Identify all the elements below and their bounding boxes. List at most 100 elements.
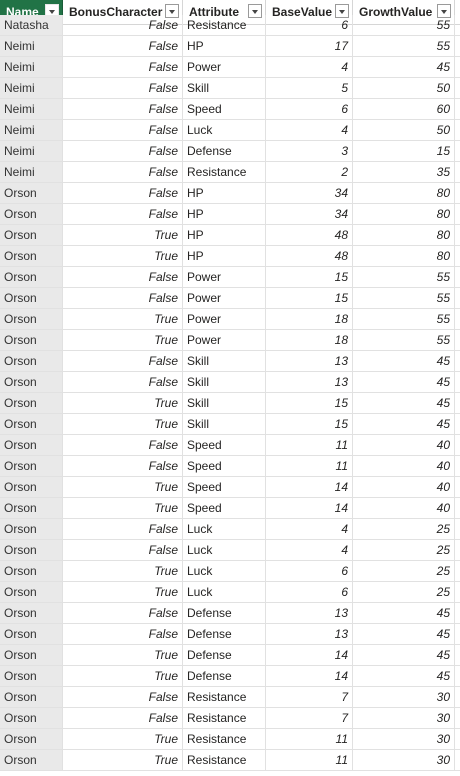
attribute-cell[interactable]: Skill bbox=[183, 351, 266, 371]
bonus-character-cell[interactable]: False bbox=[63, 57, 183, 77]
bonus-character-cell[interactable]: True bbox=[63, 561, 183, 581]
growth-value-cell[interactable]: 45 bbox=[353, 351, 455, 371]
base-value-cell[interactable]: 14 bbox=[266, 645, 353, 665]
table-row[interactable]: Orson False Luck 4 25 bbox=[0, 519, 460, 540]
table-row[interactable]: Neimi False HP 17 55 bbox=[0, 36, 460, 57]
table-row[interactable]: Orson True Defense 14 45 bbox=[0, 645, 460, 666]
name-cell[interactable]: Orson bbox=[0, 372, 63, 392]
growth-value-cell[interactable]: 30 bbox=[353, 729, 455, 749]
growth-value-cell[interactable]: 55 bbox=[353, 15, 455, 35]
name-cell[interactable]: Orson bbox=[0, 624, 63, 644]
base-value-cell[interactable]: 18 bbox=[266, 330, 353, 350]
attribute-cell[interactable]: Speed bbox=[183, 477, 266, 497]
attribute-cell[interactable]: HP bbox=[183, 36, 266, 56]
attribute-cell[interactable]: Resistance bbox=[183, 729, 266, 749]
name-cell[interactable]: Orson bbox=[0, 267, 63, 287]
table-row[interactable]: Orson True Power 18 55 bbox=[0, 309, 460, 330]
bonus-character-cell[interactable]: True bbox=[63, 225, 183, 245]
growth-value-cell[interactable]: 35 bbox=[353, 162, 455, 182]
name-cell[interactable]: Orson bbox=[0, 225, 63, 245]
attribute-cell[interactable]: Luck bbox=[183, 582, 266, 602]
bonus-character-cell[interactable]: False bbox=[63, 120, 183, 140]
attribute-cell[interactable]: Luck bbox=[183, 519, 266, 539]
table-row[interactable]: Neimi False Speed 6 60 bbox=[0, 99, 460, 120]
table-row[interactable]: Orson True Speed 14 40 bbox=[0, 477, 460, 498]
bonus-character-cell[interactable]: True bbox=[63, 729, 183, 749]
name-cell[interactable]: Neimi bbox=[0, 36, 63, 56]
table-row[interactable]: Neimi False Luck 4 50 bbox=[0, 120, 460, 141]
name-cell[interactable]: Orson bbox=[0, 582, 63, 602]
base-value-cell[interactable]: 18 bbox=[266, 309, 353, 329]
bonus-character-cell[interactable]: False bbox=[63, 141, 183, 161]
bonus-character-cell[interactable]: False bbox=[63, 540, 183, 560]
table-row[interactable]: Orson True HP 48 80 bbox=[0, 225, 460, 246]
base-value-cell[interactable]: 6 bbox=[266, 99, 353, 119]
attribute-cell[interactable]: Defense bbox=[183, 624, 266, 644]
growth-value-cell[interactable]: 45 bbox=[353, 372, 455, 392]
table-row[interactable]: Neimi False Defense 3 15 bbox=[0, 141, 460, 162]
growth-value-cell[interactable]: 55 bbox=[353, 288, 455, 308]
table-row[interactable]: Orson True Luck 6 25 bbox=[0, 582, 460, 603]
attribute-cell[interactable]: Defense bbox=[183, 645, 266, 665]
name-cell[interactable]: Neimi bbox=[0, 57, 63, 77]
table-row[interactable]: Orson False Speed 11 40 bbox=[0, 456, 460, 477]
base-value-cell[interactable]: 34 bbox=[266, 183, 353, 203]
attribute-cell[interactable]: Skill bbox=[183, 393, 266, 413]
attribute-cell[interactable]: Skill bbox=[183, 414, 266, 434]
bonus-character-cell[interactable]: False bbox=[63, 519, 183, 539]
bonus-character-cell[interactable]: False bbox=[63, 708, 183, 728]
table-row[interactable]: Orson True Skill 15 45 bbox=[0, 393, 460, 414]
table-row[interactable]: Orson False Luck 4 25 bbox=[0, 540, 460, 561]
bonus-character-cell[interactable]: False bbox=[63, 687, 183, 707]
growth-value-cell[interactable]: 45 bbox=[353, 393, 455, 413]
attribute-cell[interactable]: Resistance bbox=[183, 750, 266, 770]
attribute-cell[interactable]: Speed bbox=[183, 456, 266, 476]
bonus-character-cell[interactable]: True bbox=[63, 477, 183, 497]
bonus-character-cell[interactable]: False bbox=[63, 15, 183, 35]
name-cell[interactable]: Orson bbox=[0, 561, 63, 581]
growth-value-cell[interactable]: 60 bbox=[353, 99, 455, 119]
base-value-cell[interactable]: 48 bbox=[266, 246, 353, 266]
attribute-cell[interactable]: Power bbox=[183, 267, 266, 287]
growth-value-cell[interactable]: 45 bbox=[353, 57, 455, 77]
name-cell[interactable]: Orson bbox=[0, 477, 63, 497]
name-cell[interactable]: Natasha bbox=[0, 15, 63, 35]
growth-value-cell[interactable]: 40 bbox=[353, 456, 455, 476]
base-value-cell[interactable]: 11 bbox=[266, 435, 353, 455]
attribute-cell[interactable]: Skill bbox=[183, 372, 266, 392]
base-value-cell[interactable]: 14 bbox=[266, 498, 353, 518]
base-value-cell[interactable]: 15 bbox=[266, 414, 353, 434]
attribute-cell[interactable]: Resistance bbox=[183, 15, 266, 35]
growth-value-cell[interactable]: 55 bbox=[353, 267, 455, 287]
base-value-cell[interactable]: 48 bbox=[266, 225, 353, 245]
name-cell[interactable]: Orson bbox=[0, 351, 63, 371]
attribute-cell[interactable]: HP bbox=[183, 225, 266, 245]
base-value-cell[interactable]: 6 bbox=[266, 15, 353, 35]
table-row[interactable]: Orson True Resistance 11 30 bbox=[0, 729, 460, 750]
table-row[interactable]: Orson True Skill 15 45 bbox=[0, 414, 460, 435]
attribute-cell[interactable]: Power bbox=[183, 309, 266, 329]
growth-value-cell[interactable]: 40 bbox=[353, 435, 455, 455]
name-cell[interactable]: Orson bbox=[0, 540, 63, 560]
name-cell[interactable]: Orson bbox=[0, 750, 63, 770]
attribute-cell[interactable]: Resistance bbox=[183, 162, 266, 182]
bonus-character-cell[interactable]: False bbox=[63, 183, 183, 203]
table-row[interactable]: Orson False HP 34 80 bbox=[0, 204, 460, 225]
bonus-character-cell[interactable]: False bbox=[63, 435, 183, 455]
name-cell[interactable]: Orson bbox=[0, 603, 63, 623]
growth-value-cell[interactable]: 25 bbox=[353, 582, 455, 602]
growth-value-cell[interactable]: 25 bbox=[353, 540, 455, 560]
table-row[interactable]: Orson True Speed 14 40 bbox=[0, 498, 460, 519]
bonus-character-cell[interactable]: True bbox=[63, 330, 183, 350]
base-value-cell[interactable]: 13 bbox=[266, 372, 353, 392]
attribute-cell[interactable]: Luck bbox=[183, 540, 266, 560]
table-row[interactable]: Orson False Resistance 7 30 bbox=[0, 687, 460, 708]
name-cell[interactable]: Neimi bbox=[0, 99, 63, 119]
table-row[interactable]: Neimi False Resistance 2 35 bbox=[0, 162, 460, 183]
growth-value-cell[interactable]: 80 bbox=[353, 204, 455, 224]
table-row[interactable]: Natasha False Resistance 6 55 bbox=[0, 15, 460, 36]
base-value-cell[interactable]: 34 bbox=[266, 204, 353, 224]
bonus-character-cell[interactable]: False bbox=[63, 267, 183, 287]
base-value-cell[interactable]: 4 bbox=[266, 540, 353, 560]
attribute-cell[interactable]: Luck bbox=[183, 120, 266, 140]
